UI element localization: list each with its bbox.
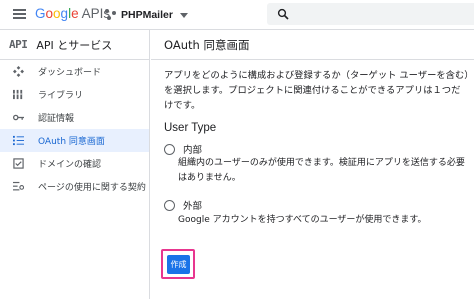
project-name: PHPMailer [121, 9, 173, 21]
external-description: Google アカウントを持つすべてのユーザーが使用できます。 [178, 215, 427, 225]
sidebar-item-dashboard[interactable]: ダッシュボード [0, 60, 149, 83]
chevron-down-icon [179, 12, 188, 18]
radio-button-external[interactable] [164, 199, 175, 211]
sidebar-item-page-usage-agreements[interactable]: ページの使用に関する契約 [0, 175, 149, 198]
internal-description: 組織内のユーザーのみが使用できます。検証用にアプリを送信する必要はありません。 [178, 158, 465, 183]
top-app-bar: Google APIs PHPMailer [0, 0, 474, 30]
radio-external[interactable]: 外部 [164, 198, 202, 212]
page-header: OAuth 同意画面 [151, 30, 474, 60]
project-selector[interactable]: PHPMailer [105, 6, 188, 24]
sidebar-nav: ダッシュボード ライブラリ 認証情報 OAuth 同意画面 ドメインの確認 ペー… [0, 60, 149, 198]
sidebar-item-library[interactable]: ライブラリ [0, 83, 149, 106]
sidebar-header: API API とサービス [0, 30, 149, 60]
sidebar-title: API とサービス [36, 38, 113, 52]
search-icon [277, 8, 289, 20]
sidebar-item-domain-verification[interactable]: ドメインの確認 [0, 152, 149, 175]
api-logo: API [9, 38, 28, 51]
sidebar-item-oauth-consent[interactable]: OAuth 同意画面 [0, 129, 149, 152]
radio-label-internal: 内部 [183, 145, 203, 156]
key-icon [13, 114, 24, 121]
project-hub-icon [105, 9, 117, 21]
user-type-heading: User Type [164, 122, 217, 134]
google-apis-logo[interactable]: Google APIs [35, 6, 110, 21]
sidebar-item-credentials[interactable]: 認証情報 [0, 106, 149, 129]
consent-icon [13, 135, 24, 146]
dashboard-icon [13, 66, 24, 77]
page-description: アプリをどのように構成および登録するか（ターゲット ユーザーを含む）を選択します… [164, 70, 469, 111]
checkbox-icon [13, 158, 24, 169]
main-content: OAuth 同意画面 アプリをどのように構成および登録するか（ターゲット ユーザ… [151, 30, 474, 299]
create-button-highlight: 作成 [161, 249, 195, 279]
library-icon [13, 89, 23, 100]
radio-label-external: 外部 [183, 201, 203, 212]
radio-button-internal[interactable] [164, 143, 175, 155]
search-input[interactable] [267, 3, 474, 25]
radio-internal[interactable]: 内部 [164, 142, 202, 156]
menu-icon[interactable] [13, 9, 26, 19]
settings-list-icon [13, 181, 24, 191]
create-button[interactable]: 作成 [167, 255, 190, 274]
page-title: OAuth 同意画面 [164, 37, 250, 52]
sidebar: API API とサービス ダッシュボード ライブラリ 認証情報 OAuth 同… [0, 30, 150, 299]
